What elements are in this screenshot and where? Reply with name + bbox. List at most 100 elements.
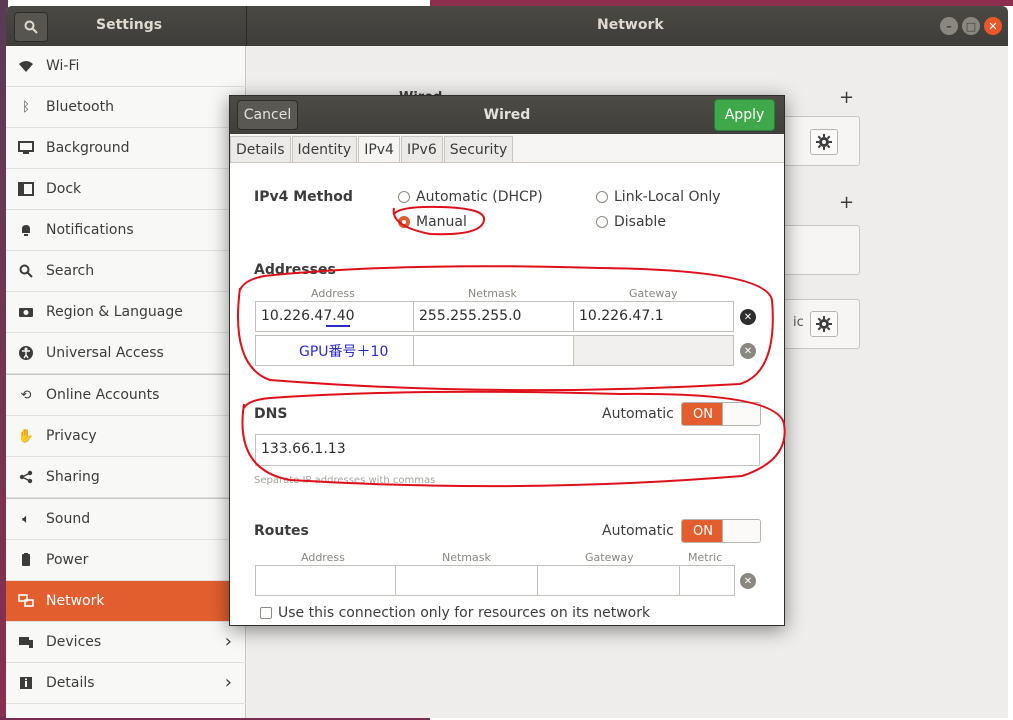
address-input[interactable]: 10.226.47.40	[255, 301, 414, 332]
info-icon	[18, 675, 34, 691]
only-resources-checkbox[interactable]: Use this connection only for resources o…	[260, 605, 650, 621]
sidebar-item-region-language[interactable]: Region & Language	[6, 292, 246, 333]
checkbox-indicator	[260, 607, 272, 619]
gear-icon	[816, 134, 832, 150]
power-icon	[18, 552, 34, 568]
plus-icon: +	[839, 87, 855, 108]
sidebar-item-label: Devices	[46, 634, 102, 650]
netmask-input[interactable]	[413, 335, 574, 366]
sidebar-item-label: Online Accounts	[46, 387, 160, 403]
ipv4-page: IPv4 Method Automatic (DHCP) Link-Local …	[230, 163, 784, 625]
sidebar-item-details[interactable]: Details ›	[6, 663, 246, 704]
proxy-settings-button[interactable]	[810, 311, 838, 337]
close-button[interactable]: ✕	[984, 17, 1002, 35]
sidebar-item-label: Notifications	[46, 222, 134, 238]
sidebar-item-dock[interactable]: Dock	[6, 169, 246, 210]
apply-button[interactable]: Apply	[714, 99, 775, 131]
add-wired-button[interactable]: +	[839, 87, 854, 108]
addresses-label: Addresses	[254, 262, 336, 278]
sidebar-item-search[interactable]: Search	[6, 251, 246, 292]
route-address-input[interactable]	[255, 565, 396, 596]
sidebar-item-online-accounts[interactable]: ⟲ Online Accounts	[6, 375, 246, 416]
tab-ipv4[interactable]: IPv4	[358, 136, 400, 162]
sidebar-item-background[interactable]: Background	[6, 128, 246, 169]
remove-address-button[interactable]: ✕	[740, 343, 756, 359]
header-separator	[246, 6, 247, 46]
ipv4-method-label: IPv4 Method	[254, 189, 353, 205]
dns-automatic-label: Automatic	[602, 406, 674, 422]
search-button[interactable]	[14, 12, 48, 42]
switch-knob	[722, 520, 760, 542]
tab-ipv6[interactable]: IPv6	[400, 136, 443, 162]
radio-label: Link-Local Only	[614, 189, 721, 205]
maximize-button[interactable]: □	[962, 17, 980, 35]
dns-automatic-switch[interactable]: ON	[681, 402, 761, 426]
dialog-tabs: Details Identity IPv4 IPv6 Security	[230, 136, 514, 162]
route-netmask-input[interactable]	[395, 565, 538, 596]
panel-title: Network	[597, 17, 664, 33]
radio-manual[interactable]: Manual	[398, 214, 467, 230]
sidebar-item-label: Bluetooth	[46, 99, 114, 115]
radio-label: Manual	[416, 214, 467, 230]
dns-label: DNS	[254, 406, 288, 422]
sidebar-item-bluetooth[interactable]: ᛒ Bluetooth	[6, 87, 246, 128]
gateway-input[interactable]	[573, 335, 734, 366]
sidebar: Wi-Fi ᛒ Bluetooth Background Dock Notifi…	[6, 46, 246, 718]
radio-link-local-only[interactable]: Link-Local Only	[596, 189, 721, 205]
sidebar-item-sound[interactable]: 🔈︎ Sound	[6, 499, 246, 540]
sidebar-item-wifi[interactable]: Wi-Fi	[6, 46, 246, 87]
radio-label: Automatic (DHCP)	[416, 189, 543, 205]
radio-indicator	[596, 216, 608, 228]
radio-automatic-dhcp[interactable]: Automatic (DHCP)	[398, 189, 543, 205]
sidebar-item-network[interactable]: Network	[6, 581, 246, 622]
bell-icon	[18, 222, 34, 238]
window-controls: – □ ✕	[940, 17, 1002, 35]
column-header-netmask: Netmask	[468, 287, 517, 300]
search-icon	[24, 20, 38, 34]
tab-security[interactable]: Security	[443, 136, 514, 162]
routes-automatic-switch[interactable]: ON	[681, 519, 761, 543]
sidebar-item-universal-access[interactable]: Universal Access	[6, 333, 246, 374]
netmask-input[interactable]: 255.255.255.0	[413, 301, 574, 332]
switch-state: ON	[682, 520, 724, 542]
sidebar-item-power[interactable]: Power	[6, 540, 246, 581]
add-vpn-button[interactable]: +	[839, 192, 854, 213]
close-icon: ✕	[988, 19, 998, 33]
column-header-netmask: Netmask	[442, 551, 491, 564]
sidebar-item-sharing[interactable]: Sharing	[6, 457, 246, 498]
camera-icon	[18, 304, 34, 320]
sidebar-item-label: Sharing	[46, 469, 100, 485]
proxy-text-fragment: ic	[793, 315, 804, 330]
route-gateway-input[interactable]	[537, 565, 680, 596]
minimize-button[interactable]: –	[940, 17, 958, 35]
sidebar-item-privacy[interactable]: ✋ Privacy	[6, 416, 246, 457]
sidebar-item-notifications[interactable]: Notifications	[6, 210, 246, 251]
dns-input[interactable]: 133.66.1.13	[255, 434, 760, 466]
column-header-gateway: Gateway	[585, 551, 634, 564]
dns-hint: Separate IP addresses with commas	[254, 475, 436, 486]
sidebar-item-label: Search	[46, 263, 95, 279]
tab-details[interactable]: Details	[230, 136, 291, 162]
radio-label: Disable	[614, 214, 666, 230]
network-icon	[18, 593, 34, 609]
switch-knob	[722, 403, 760, 425]
route-metric-input[interactable]	[679, 565, 735, 596]
checkbox-label: Use this connection only for resources o…	[278, 605, 651, 621]
share-icon	[18, 469, 34, 485]
minimize-icon: –	[946, 19, 952, 33]
tab-identity[interactable]: Identity	[291, 136, 358, 162]
radio-disable[interactable]: Disable	[596, 214, 666, 230]
devices-icon	[18, 634, 34, 650]
remove-route-button[interactable]: ✕	[740, 573, 756, 589]
remove-address-button[interactable]: ✕	[740, 309, 756, 325]
sidebar-item-label: Region & Language	[46, 304, 183, 320]
gpu-annotation-note: GPU番号＋10	[299, 344, 389, 360]
gateway-input[interactable]: 10.226.47.1	[573, 301, 734, 332]
sidebar-item-label: Details	[46, 675, 95, 691]
sidebar-item-label: Privacy	[46, 428, 97, 444]
plus-icon: +	[839, 192, 855, 213]
gear-icon	[816, 316, 832, 332]
sidebar-item-devices[interactable]: Devices ›	[6, 622, 246, 663]
close-icon: ✕	[743, 311, 753, 323]
wired-settings-button[interactable]	[810, 129, 838, 155]
